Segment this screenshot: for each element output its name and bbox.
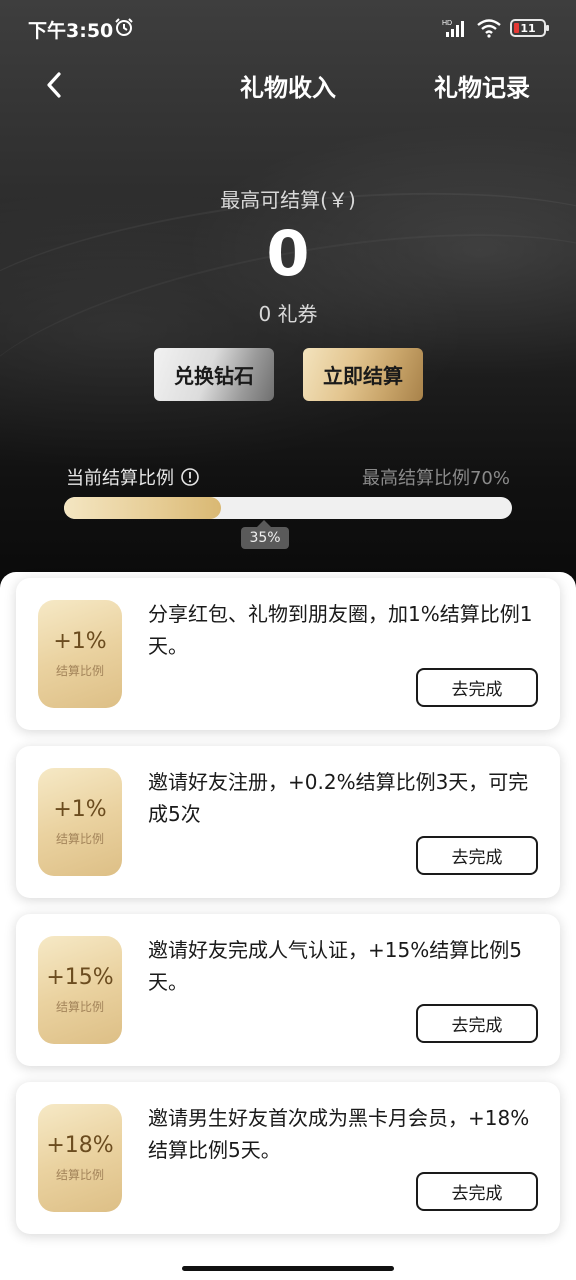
go-complete-button[interactable]: 去完成 [416,1172,538,1211]
max-settle-label: 最高可结算(￥) [220,188,356,212]
task-description: 分享红包、礼物到朋友圈，加1%结算比例1天。 [148,602,533,658]
task-card: +18% 结算比例 邀请男生好友首次成为黑卡月会员，+18%结算比例5天。 去完… [16,1082,560,1234]
go-complete-button[interactable]: 去完成 [416,1004,538,1043]
task-card: +1% 结算比例 分享红包、礼物到朋友圈，加1%结算比例1天。 去完成 [16,578,560,730]
task-badge: +1% 结算比例 [38,600,122,708]
badge-caption: 结算比例 [55,1168,104,1182]
wifi-icon [477,19,501,38]
gift-record-link[interactable]: 礼物记录 [434,68,530,103]
battery-level [514,23,519,33]
task-badge: +18% 结算比例 [38,1104,122,1212]
badge-value: +1% [53,629,107,654]
go-complete-button[interactable]: 去完成 [416,668,538,707]
badge-value: +15% [46,965,114,990]
exchange-diamond-button[interactable]: 兑换钻石 [154,348,274,401]
status-icons: HD 11 [442,18,549,38]
task-card: +15% 结算比例 邀请好友完成人气认证，+15%结算比例5天。 去完成 [16,914,560,1066]
svg-text:HD: HD [442,20,452,27]
task-card: +1% 结算比例 邀请好友注册，+0.2%结算比例3天，可完成5次 去完成 [16,746,560,898]
badge-caption: 结算比例 [55,832,104,846]
task-description: 邀请好友注册，+0.2%结算比例3天，可完成5次 [148,770,529,826]
current-ratio-text: 当前结算比例 [66,468,174,489]
alarm-icon [115,18,133,36]
ratio-progress-fill [64,497,221,519]
signal-icon: HD [442,20,464,37]
go-complete-button[interactable]: 去完成 [416,836,538,875]
task-badge: +1% 结算比例 [38,768,122,876]
progress-badge: 35% [241,527,289,549]
badge-value: +18% [46,1133,114,1158]
status-time: 下午3:50 [28,20,114,42]
task-badge: +15% 结算比例 [38,936,122,1044]
status-bar: 下午3:50 HD 11 [0,0,576,58]
battery-icon: 11 [510,19,549,37]
badge-caption: 结算比例 [55,664,104,678]
current-ratio-label: 当前结算比例 [66,464,200,490]
settle-amount: 0 [266,217,310,290]
info-icon[interactable] [180,467,200,487]
max-ratio-text: 最高结算比例70% [361,468,510,489]
badge-value: +1% [53,797,107,822]
progress-pointer [257,520,271,527]
coupon-count: 0 礼券 [258,302,318,326]
task-description: 邀请好友完成人气认证，+15%结算比例5天。 [148,938,522,994]
settle-now-button[interactable]: 立即结算 [303,348,423,401]
ratio-progress-bar [64,497,512,519]
task-description: 邀请男生好友首次成为黑卡月会员，+18%结算比例5天。 [148,1106,530,1162]
home-indicator[interactable] [182,1266,394,1271]
battery-text: 11 [520,21,536,35]
badge-caption: 结算比例 [55,1000,104,1014]
